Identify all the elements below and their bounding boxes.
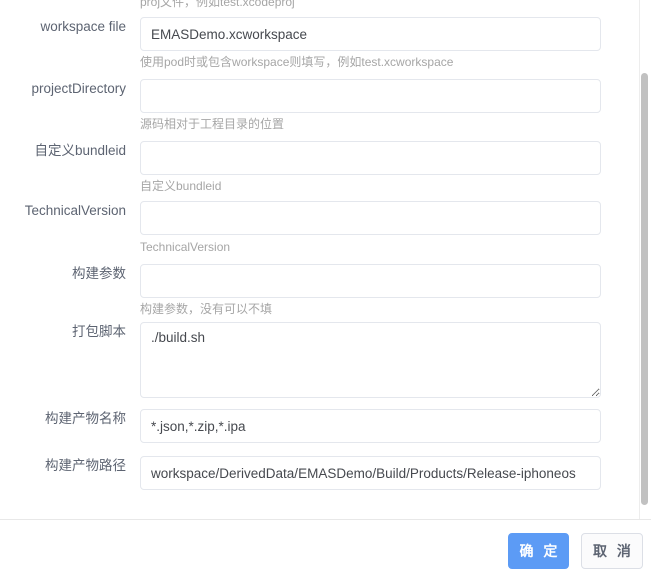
- control-artifact-name: [140, 409, 601, 443]
- hint-project-directory: 源码相对于工程目录的位置: [140, 117, 285, 131]
- dialog-footer: 确 定 取 消: [0, 521, 651, 574]
- label-workspace-file: workspace file: [40, 19, 126, 34]
- hint-workspace-file: 使用pod时或包含workspace则填写，例如test.xcworkspace: [140, 55, 454, 69]
- label-technical-version: TechnicalVersion: [24, 203, 126, 218]
- clipped-top-hint: proj文件，例如test.xcodeproj: [140, 0, 295, 9]
- input-artifact-path[interactable]: [140, 456, 601, 490]
- input-custom-bundleid[interactable]: [140, 141, 601, 175]
- label-custom-bundleid: 自定义bundleid: [34, 143, 126, 158]
- input-project-directory[interactable]: [140, 79, 601, 113]
- cancel-button[interactable]: 取 消: [581, 533, 643, 569]
- input-workspace-file[interactable]: [140, 17, 601, 51]
- hint-custom-bundleid: 自定义bundleid: [140, 179, 222, 193]
- confirm-button[interactable]: 确 定: [508, 533, 569, 569]
- label-artifact-path: 构建产物路径: [45, 458, 126, 473]
- hint-build-params: 构建参数，没有可以不填: [140, 302, 273, 316]
- input-technical-version[interactable]: [140, 201, 601, 235]
- label-package-script: 打包脚本: [72, 324, 126, 339]
- control-package-script: [140, 322, 601, 398]
- input-build-params[interactable]: [140, 264, 601, 298]
- control-workspace-file: [140, 17, 601, 51]
- control-artifact-path: [140, 456, 601, 490]
- control-build-params: [140, 264, 601, 298]
- hint-technical-version: TechnicalVersion: [140, 240, 231, 254]
- input-artifact-name[interactable]: [140, 409, 601, 443]
- scrollbar-thumb[interactable]: [641, 73, 648, 505]
- textarea-package-script[interactable]: [140, 322, 601, 398]
- label-artifact-name: 构建产物名称: [45, 411, 126, 426]
- control-custom-bundleid: [140, 141, 601, 175]
- settings-dialog: proj文件，例如test.xcodeproj workspace file 使…: [0, 0, 651, 574]
- label-build-params: 构建参数: [72, 266, 126, 281]
- label-project-directory: projectDirectory: [31, 81, 126, 96]
- control-technical-version: [140, 201, 601, 235]
- control-project-directory: [140, 79, 601, 113]
- dialog-scroll-body[interactable]: proj文件，例如test.xcodeproj workspace file 使…: [0, 0, 651, 520]
- scrollbar-track[interactable]: [640, 0, 651, 519]
